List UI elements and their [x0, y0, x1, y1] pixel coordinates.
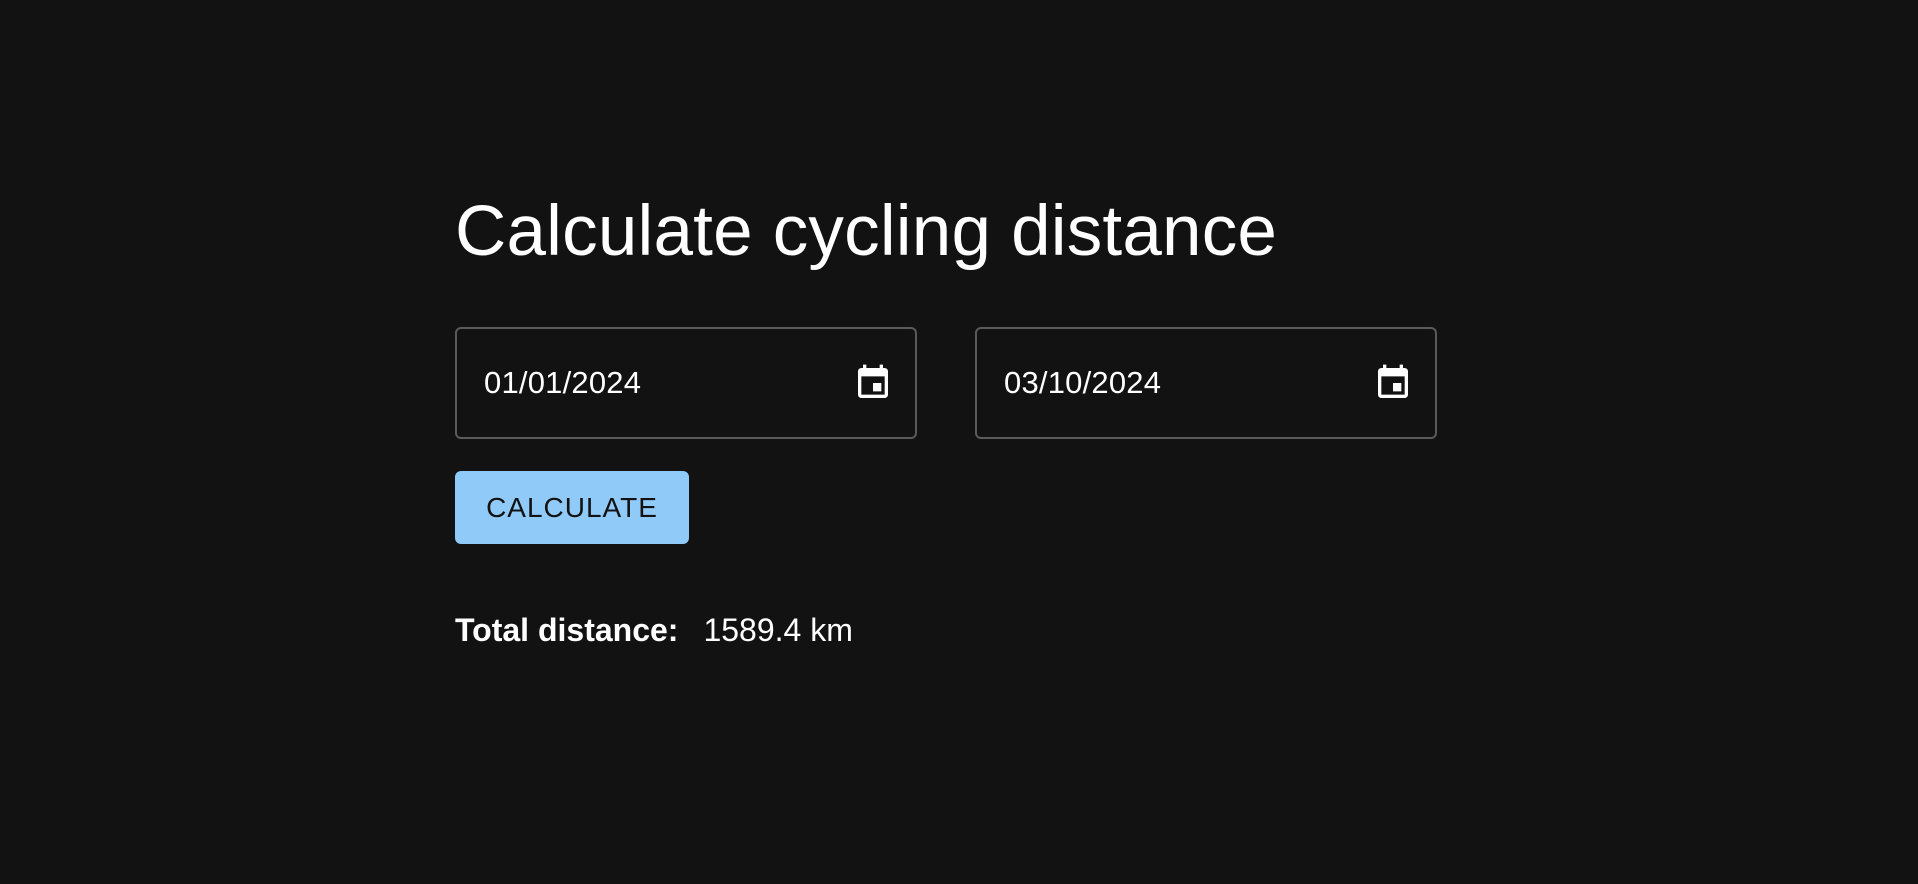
total-distance-label: Total distance:: [455, 612, 679, 648]
calendar-icon[interactable]: [1373, 363, 1413, 403]
end-date-input[interactable]: 03/10/2024: [975, 327, 1437, 439]
calendar-icon-glyph: [1378, 364, 1408, 398]
total-distance-result: Total distance: 1589.4 km: [455, 612, 1455, 649]
calculate-button[interactable]: CALCULATE: [455, 471, 689, 544]
calculator-panel: Calculate cycling distance 01/01/2024 03…: [455, 196, 1455, 649]
total-distance-value: 1589.4 km: [703, 612, 853, 648]
page-title: Calculate cycling distance: [455, 192, 1278, 271]
calendar-icon-glyph: [858, 364, 888, 398]
start-date-value: 01/01/2024: [484, 365, 642, 400]
end-date-value: 03/10/2024: [1004, 365, 1162, 400]
page: Calculate cycling distance 01/01/2024 03…: [0, 0, 1918, 884]
date-range-row: 01/01/2024 03/10/2024: [455, 327, 1455, 439]
calendar-icon[interactable]: [853, 363, 893, 403]
start-date-input[interactable]: 01/01/2024: [455, 327, 917, 439]
